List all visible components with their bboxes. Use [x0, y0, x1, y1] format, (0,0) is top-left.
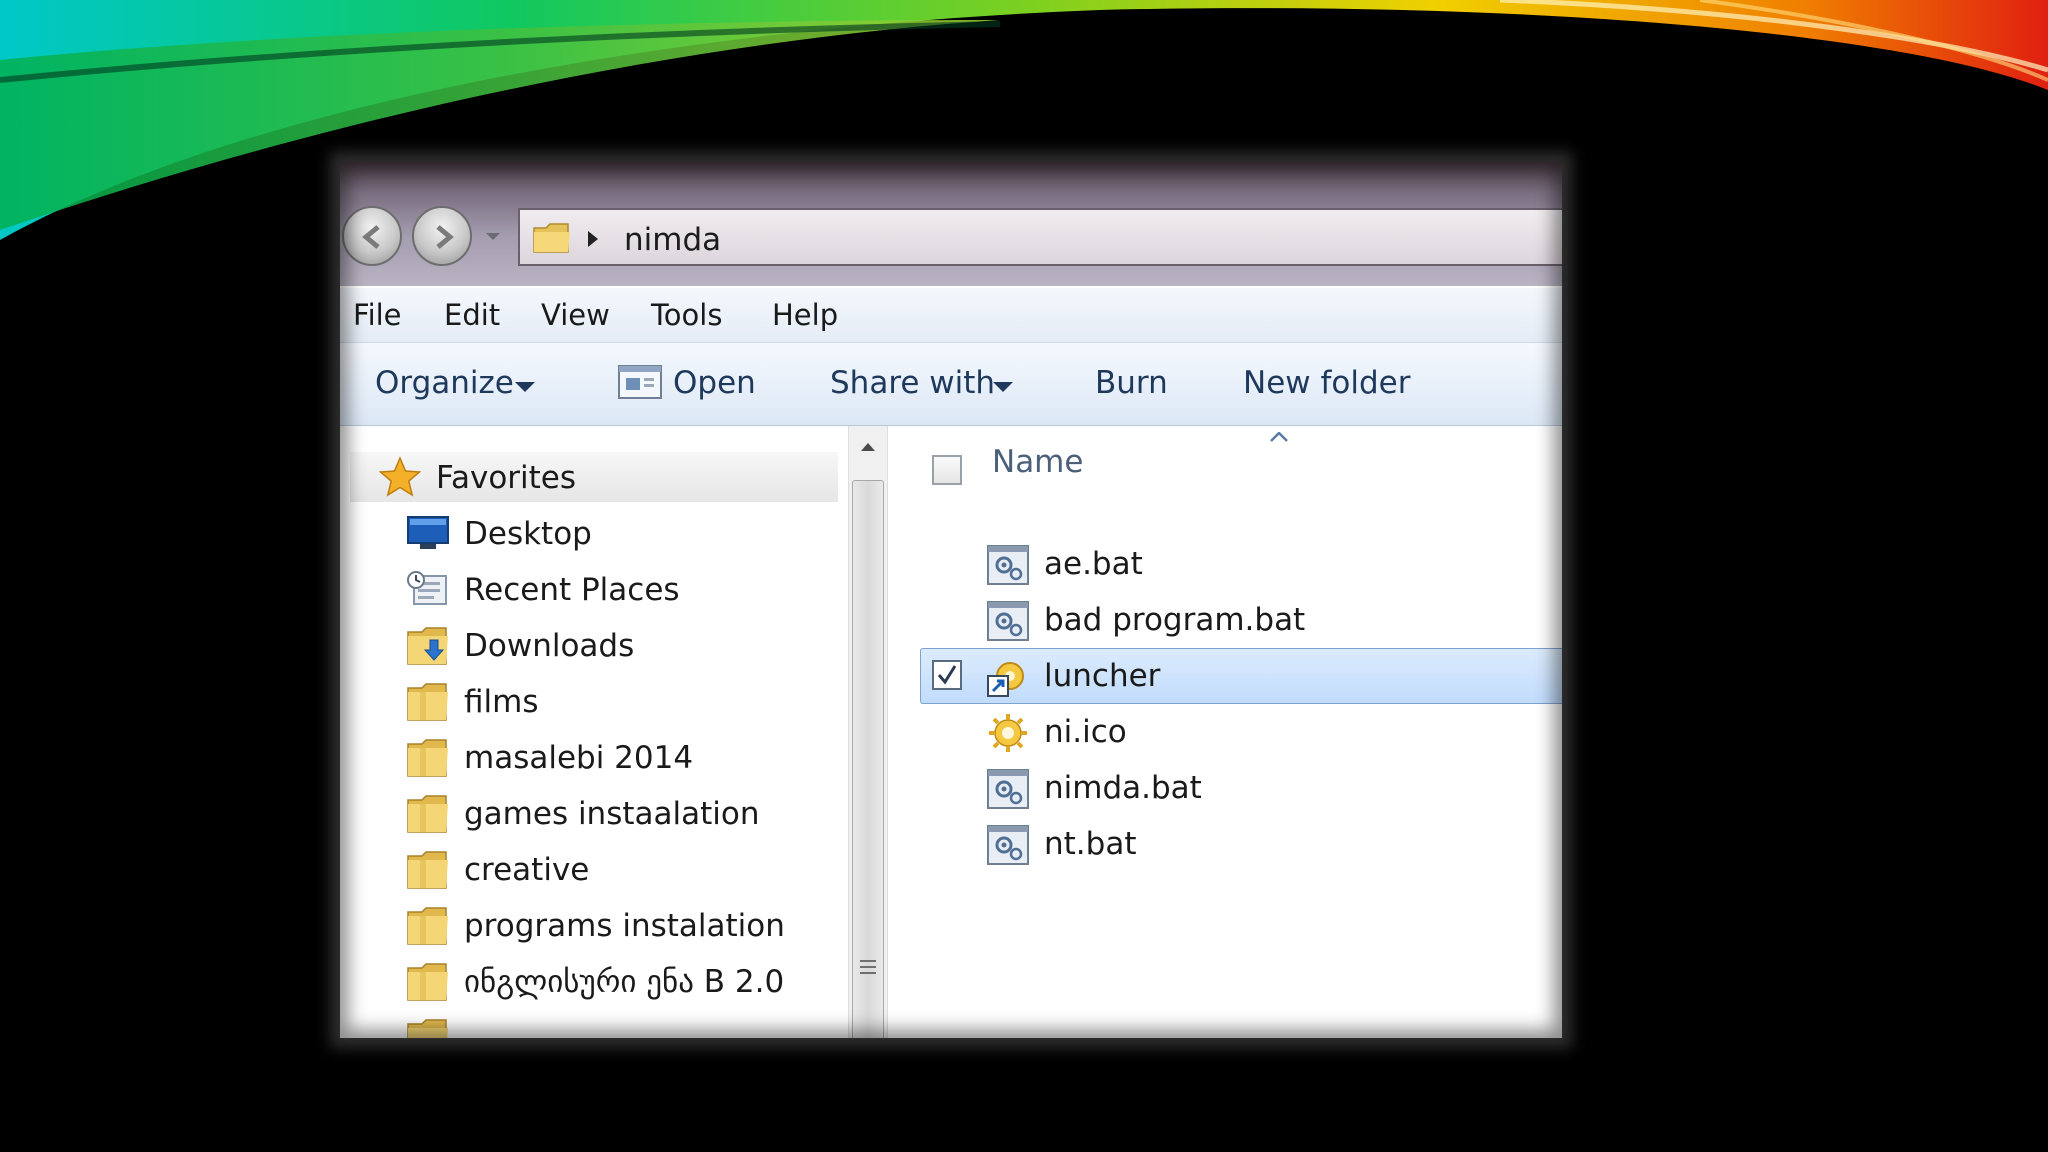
- batch-file-icon: [987, 545, 1029, 585]
- address-bar[interactable]: nimda: [518, 208, 1562, 266]
- sidebar-item-english-b2[interactable]: ინგლისური ენა B 2.0: [340, 956, 848, 1008]
- back-button[interactable]: [342, 206, 402, 266]
- sidebar-item-recent-places[interactable]: Recent Places: [340, 564, 848, 616]
- new-folder-button[interactable]: New folder: [1243, 365, 1410, 401]
- breadcrumb-arrow-icon[interactable]: [586, 230, 600, 248]
- file-list-pane: Name ae.bat bad program.bat luncher ni.i…: [888, 426, 1562, 1038]
- row-checkbox-checked[interactable]: [932, 660, 962, 690]
- forward-button[interactable]: [412, 206, 472, 266]
- scrollbar-thumb[interactable]: [852, 480, 884, 1038]
- recent-places-icon: [407, 571, 447, 605]
- sidebar-item-label: Recent Places: [464, 572, 680, 608]
- column-header: Name: [888, 426, 1562, 498]
- column-header-name[interactable]: Name: [992, 444, 1083, 480]
- sidebar-item-masalebi-2014[interactable]: masalebi 2014: [340, 732, 848, 784]
- file-name: ni.ico: [1044, 714, 1127, 750]
- menu-file[interactable]: File: [353, 298, 402, 332]
- folder-icon: [407, 795, 448, 833]
- sidebar-item-desktop[interactable]: Desktop: [340, 508, 848, 560]
- batch-file-icon: [987, 601, 1029, 641]
- file-row[interactable]: bad program.bat: [888, 594, 1562, 646]
- sidebar-item-creative[interactable]: creative: [340, 844, 848, 896]
- sidebar-item-label: films: [464, 684, 539, 720]
- folder-icon: [407, 739, 448, 777]
- scroll-up-arrow-icon[interactable]: [860, 442, 876, 452]
- shortcut-icon: [987, 662, 1024, 697]
- navpane-scrollbar[interactable]: [848, 426, 888, 1038]
- folder-icon: [407, 963, 448, 1001]
- navigation-bar: nimda: [340, 162, 1562, 286]
- organize-dropdown-icon: [515, 382, 535, 392]
- favorites-label: Favorites: [436, 460, 577, 496]
- file-row[interactable]: nt.bat: [888, 818, 1562, 870]
- explorer-window: nimda File Edit View Tools Help Organize…: [340, 162, 1562, 1038]
- scrollbar-grip-icon: [860, 960, 876, 974]
- folder-icon: [533, 223, 570, 253]
- sidebar-item-downloads[interactable]: Downloads: [340, 620, 848, 672]
- file-row[interactable]: nimda.bat: [888, 762, 1562, 814]
- menu-view[interactable]: View: [541, 298, 610, 332]
- sidebar-item-label: programs instalation: [464, 908, 785, 944]
- address-current-folder[interactable]: nimda: [624, 222, 721, 258]
- back-arrow-icon: [362, 225, 380, 249]
- file-row-selected[interactable]: luncher: [888, 648, 1562, 704]
- batch-file-icon: [987, 825, 1029, 865]
- desktop-icon: [407, 516, 449, 549]
- share-with-button[interactable]: Share with: [830, 365, 995, 401]
- menu-tools[interactable]: Tools: [651, 298, 722, 332]
- sidebar-item-games-instaalation[interactable]: games instaalation: [340, 788, 848, 840]
- sidebar-item-label: creative: [464, 852, 590, 888]
- menu-edit[interactable]: Edit: [444, 298, 500, 332]
- file-row[interactable]: ni.ico: [888, 706, 1562, 758]
- folder-icon: [407, 1019, 448, 1038]
- checkmark-icon: [937, 665, 957, 685]
- ico-file-icon: [989, 714, 1027, 752]
- file-name: ae.bat: [1044, 546, 1143, 582]
- command-toolbar: Organize Open Share with Burn New folder: [340, 343, 1562, 426]
- open-icon: [618, 365, 662, 399]
- organize-button[interactable]: Organize: [375, 365, 514, 401]
- sidebar-item-films[interactable]: films: [340, 676, 848, 728]
- burn-button[interactable]: Burn: [1095, 365, 1168, 401]
- file-name: bad program.bat: [1044, 602, 1306, 638]
- forward-arrow-icon: [436, 225, 454, 249]
- open-button[interactable]: Open: [673, 365, 756, 401]
- sort-ascending-icon: [1270, 432, 1288, 442]
- folder-icon: [407, 907, 448, 945]
- menu-bar: File Edit View Tools Help: [340, 288, 1562, 343]
- file-row[interactable]: ae.bat: [888, 538, 1562, 590]
- folder-icon: [407, 851, 448, 889]
- favorites-header[interactable]: Favorites: [350, 452, 838, 502]
- sidebar-item-label: Downloads: [464, 628, 635, 664]
- file-name: nimda.bat: [1044, 770, 1202, 806]
- file-name: nt.bat: [1044, 826, 1137, 862]
- folder-icon: [407, 683, 448, 721]
- batch-file-icon: [987, 769, 1029, 809]
- select-all-checkbox[interactable]: [932, 455, 962, 485]
- sidebar-item-label: Desktop: [464, 516, 592, 552]
- menu-help[interactable]: Help: [772, 298, 838, 332]
- downloads-folder-icon: [407, 627, 448, 665]
- sidebar-item-label: games instaalation: [464, 796, 760, 832]
- sidebar-item-programs-instalation[interactable]: programs instalation: [340, 900, 848, 952]
- recent-pages-dropdown-icon[interactable]: [485, 232, 501, 242]
- favorites-star-icon: [378, 456, 422, 497]
- sidebar-item-label: masalebi 2014: [464, 740, 694, 776]
- file-name: luncher: [1044, 658, 1161, 694]
- sidebar-item-label: ინგლისური ენა B 2.0: [464, 964, 785, 1000]
- navigation-pane: Favorites Desktop Recent Places Download…: [340, 426, 848, 1038]
- share-with-dropdown-icon: [993, 382, 1013, 392]
- sidebar-item-partial[interactable]: [340, 1012, 848, 1038]
